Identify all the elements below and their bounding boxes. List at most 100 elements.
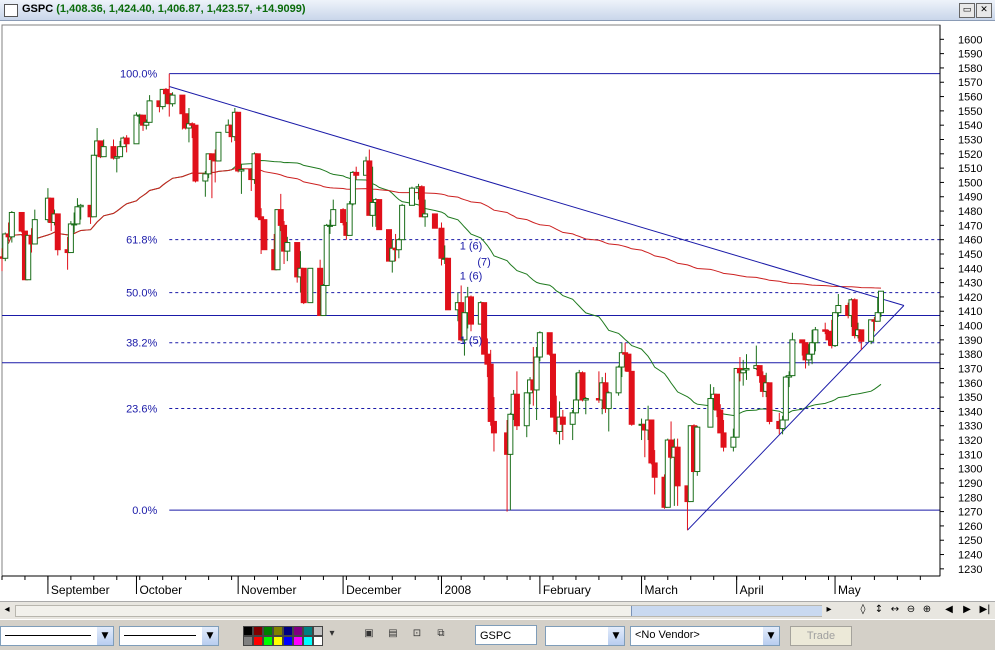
candle-body [31, 219, 38, 245]
scroll-thumb[interactable] [631, 606, 822, 616]
price-chart[interactable]: 100.0% 61.8% 50.0% 38.2% 23.6% 0.0% 1 (6) 1 (6… [0, 21, 995, 601]
y-tick-label: 1380 [958, 349, 982, 361]
trade-button[interactable]: Trade [790, 626, 852, 646]
candle-body [67, 223, 74, 254]
y-tick-label: 1550 [958, 106, 982, 118]
wave-label: 1 (6) [460, 271, 483, 283]
vendor-dropdown[interactable]: <No Vendor> ▼ [630, 626, 780, 646]
color-swatch[interactable] [253, 636, 263, 646]
candle-body [418, 186, 425, 218]
y-tick-label: 1260 [958, 521, 982, 533]
candle-body [431, 213, 438, 229]
fib-level-label: 38.2% [126, 338, 157, 350]
page-forward-icon[interactable]: ▶ [960, 603, 974, 617]
restore-window-icon[interactable]: ▭ [959, 3, 975, 18]
vendor-label: <No Vendor> [635, 629, 700, 641]
color-swatch[interactable] [293, 636, 303, 646]
color-swatch[interactable] [313, 626, 323, 636]
candle-body [438, 227, 445, 259]
jump-end-icon[interactable]: ▶| [978, 603, 992, 617]
color-swatch[interactable] [283, 626, 293, 636]
candle-body [146, 100, 153, 123]
layout-2-icon[interactable]: ⧉ [432, 625, 450, 643]
color-swatch[interactable] [303, 636, 313, 646]
candle-body [536, 332, 543, 358]
candle-body [674, 446, 681, 487]
page-back-icon[interactable]: ◀ [942, 603, 956, 617]
chart-title: GSPC (1,408.36, 1,424.40, 1,406.87, 1,42… [22, 3, 306, 15]
color-swatch[interactable] [293, 626, 303, 636]
copy-chart-icon[interactable]: ▣ [360, 625, 378, 643]
candle-body [582, 398, 589, 401]
candle-body [713, 393, 720, 411]
y-tick-label: 1590 [958, 49, 982, 61]
candle-body [208, 153, 215, 161]
color-swatch[interactable] [283, 636, 293, 646]
color-swatch[interactable] [253, 626, 263, 636]
palette-dropdown-icon[interactable]: ▾ [323, 625, 341, 643]
y-tick-label: 1360 [958, 378, 982, 390]
scroll-left-icon[interactable]: ◂ [0, 603, 14, 617]
candle-body [717, 409, 724, 434]
chart-ohlc-readout: (1,408.36, 1,424.40, 1,406.87, 1,423.57,… [56, 3, 306, 15]
candle-body [100, 146, 107, 158]
color-swatch[interactable] [313, 636, 323, 646]
candle-body [877, 290, 884, 314]
candle-body [445, 257, 452, 311]
color-swatch[interactable] [303, 626, 313, 636]
candle-body [133, 114, 140, 145]
y-tick-label: 1310 [958, 449, 982, 461]
wave-label: 1 (6) [460, 241, 483, 253]
candle-body [569, 412, 576, 425]
candle-body [487, 363, 494, 422]
scroll-track[interactable] [15, 605, 822, 617]
color-swatch[interactable] [243, 626, 253, 636]
paste-chart-icon[interactable]: ▤ [384, 625, 402, 643]
candle-body [238, 169, 245, 172]
y-tick-label: 1470 [958, 220, 982, 232]
chevron-down-icon[interactable]: ▼ [608, 627, 624, 645]
zoom-horizontal-icon[interactable]: ↔ [888, 603, 902, 617]
scroll-right-icon[interactable]: ▸ [822, 603, 836, 617]
chevron-down-icon[interactable]: ▼ [202, 627, 218, 645]
candle-body [835, 305, 842, 314]
candle-body [825, 330, 832, 341]
y-tick-label: 1490 [958, 192, 982, 204]
candle-body [874, 312, 881, 322]
line-width-dropdown[interactable]: ▼ [119, 626, 219, 646]
symbol-input[interactable]: GSPC [475, 625, 537, 645]
chevron-down-icon[interactable]: ▼ [97, 627, 113, 645]
y-tick-label: 1410 [958, 306, 982, 318]
chevron-down-icon[interactable]: ▼ [763, 627, 779, 645]
candle-body [277, 209, 284, 226]
candle-body [812, 329, 819, 344]
color-swatch[interactable] [263, 636, 273, 646]
zoom-vertical-icon[interactable]: ↕ [872, 603, 886, 617]
y-tick-label: 1580 [958, 63, 982, 75]
bottom-toolbar: ▼ ▼ ▾ ▣ ▤ ⊡ ⧉ GSPC ▼ <No Vendor> ▼ Trade [0, 619, 995, 650]
color-swatch[interactable] [273, 626, 283, 636]
y-tick-label: 1450 [958, 249, 982, 261]
x-month-label: February [543, 583, 591, 597]
interval-dropdown[interactable]: ▼ [545, 626, 625, 646]
layout-1-icon[interactable]: ⊡ [408, 625, 426, 643]
color-swatch[interactable] [263, 626, 273, 636]
candle-body [77, 204, 84, 208]
candle-body [215, 131, 222, 162]
candle-body [579, 372, 586, 401]
auto-scale-icon[interactable]: ◊ [856, 603, 870, 617]
close-window-icon[interactable]: ✕ [976, 3, 992, 18]
color-swatch[interactable] [243, 636, 253, 646]
candle-body [346, 203, 353, 236]
zoom-out-icon[interactable]: ⊖ [904, 603, 918, 617]
candle-body [832, 312, 839, 347]
candle-body [625, 353, 632, 372]
candle-body [605, 392, 612, 410]
fib-level-label: 50.0% [126, 288, 157, 300]
line-style-dropdown[interactable]: ▼ [0, 626, 114, 646]
y-tick-label: 1560 [958, 92, 982, 104]
time-scrollbar[interactable]: ◂ ▸ ◊ ↕ ↔ ⊖ ⊕ ◀ ▶ ▶| [0, 601, 995, 619]
candle-body [399, 204, 406, 241]
color-swatch[interactable] [273, 636, 283, 646]
zoom-in-icon[interactable]: ⊕ [920, 603, 934, 617]
